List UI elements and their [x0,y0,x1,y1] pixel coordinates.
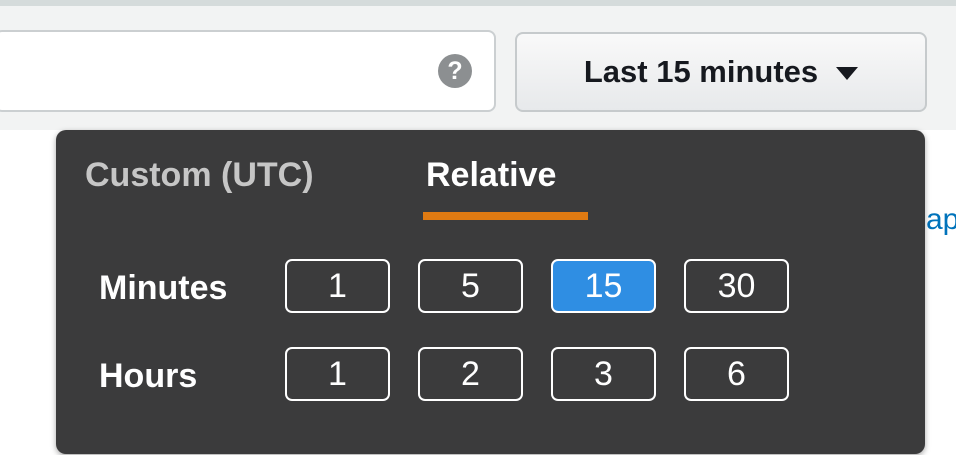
help-icon[interactable]: ? [438,54,472,88]
time-range-dropdown: Custom (UTC) Relative Minutes 1 5 15 30 … [56,130,925,454]
minutes-option-5[interactable]: 5 [418,259,523,313]
tab-custom-utc[interactable]: Custom (UTC) [85,155,314,195]
active-tab-indicator [423,212,588,220]
hours-option-1[interactable]: 1 [285,347,390,401]
tab-relative[interactable]: Relative [426,155,556,195]
hours-option-2[interactable]: 2 [418,347,523,401]
time-range-label: Last 15 minutes [583,54,819,89]
hours-option-3[interactable]: 3 [551,347,656,401]
hours-label: Hours [99,357,198,395]
caret-down-icon [836,66,859,80]
hours-option-6[interactable]: 6 [684,347,789,401]
background-link-fragment[interactable]: ap [926,203,956,237]
minutes-option-15[interactable]: 15 [551,259,656,313]
minutes-option-1[interactable]: 1 [285,259,390,313]
search-input[interactable] [0,30,496,112]
minutes-option-30[interactable]: 30 [684,259,789,313]
time-range-button[interactable]: Last 15 minutes [515,32,927,112]
top-divider [0,0,956,6]
minutes-label: Minutes [99,269,228,307]
